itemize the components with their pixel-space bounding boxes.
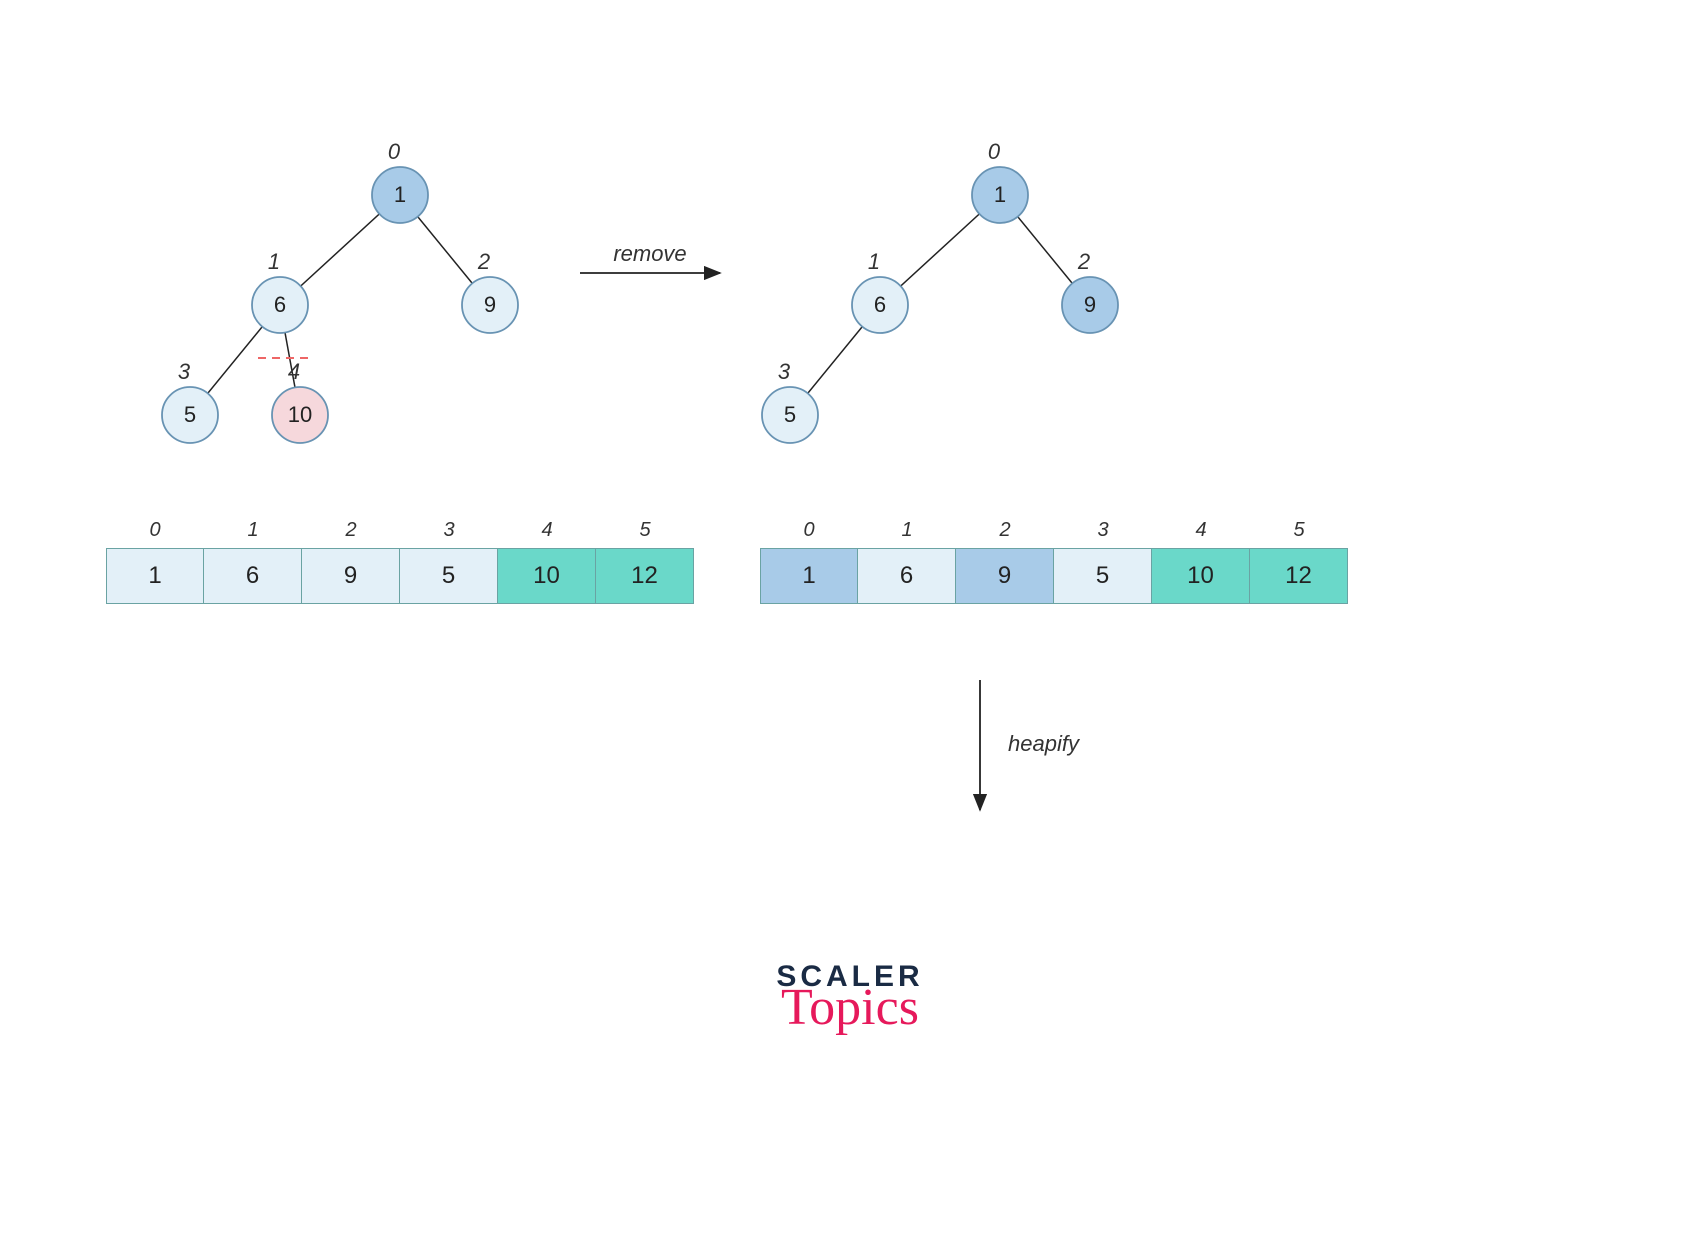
left-array-cell-4: 410 xyxy=(498,520,596,604)
right-array-value-4: 10 xyxy=(1152,548,1250,604)
logo: SCALER Topics xyxy=(776,960,923,1037)
left-tree-node-index-3: 3 xyxy=(178,359,191,384)
right-array-index-1: 1 xyxy=(858,520,956,548)
right-tree-node-value-3: 5 xyxy=(784,402,796,427)
right-array: 01162935410512 xyxy=(760,520,1348,604)
left-tree-node-value-1: 6 xyxy=(274,292,286,317)
right-array-cell-1: 16 xyxy=(858,520,956,604)
right-array-cell-4: 410 xyxy=(1152,520,1250,604)
left-tree-node-index-0: 0 xyxy=(388,139,401,164)
left-array-cell-1: 16 xyxy=(204,520,302,604)
right-array-cell-5: 512 xyxy=(1250,520,1348,604)
left-tree-node-index-1: 1 xyxy=(268,249,280,274)
left-array-cell-3: 35 xyxy=(400,520,498,604)
left-array-value-1: 6 xyxy=(204,548,302,604)
left-array-value-3: 5 xyxy=(400,548,498,604)
right-array-index-3: 3 xyxy=(1054,520,1152,548)
right-array-cell-2: 29 xyxy=(956,520,1054,604)
remove-label: remove xyxy=(613,241,686,266)
right-tree-node-index-2: 2 xyxy=(1077,249,1090,274)
left-array-value-5: 12 xyxy=(596,548,694,604)
left-array-index-1: 1 xyxy=(204,520,302,548)
left-tree-node-value-2: 9 xyxy=(484,292,496,317)
left-array-index-5: 5 xyxy=(596,520,694,548)
left-tree-node-value-3: 5 xyxy=(184,402,196,427)
right-array-index-0: 0 xyxy=(760,520,858,548)
right-array-value-0: 1 xyxy=(760,548,858,604)
right-tree-node-value-1: 6 xyxy=(874,292,886,317)
left-array-cell-5: 512 xyxy=(596,520,694,604)
right-tree-node-value-0: 1 xyxy=(994,182,1006,207)
left-tree-node-value-0: 1 xyxy=(394,182,406,207)
logo-line2: Topics xyxy=(776,978,923,1037)
right-array-cell-3: 35 xyxy=(1054,520,1152,604)
right-array-index-2: 2 xyxy=(956,520,1054,548)
left-array-index-0: 0 xyxy=(106,520,204,548)
left-array-value-2: 9 xyxy=(302,548,400,604)
right-array-index-5: 5 xyxy=(1250,520,1348,548)
left-tree-node-value-4: 10 xyxy=(288,402,312,427)
right-array-value-3: 5 xyxy=(1054,548,1152,604)
heapify-label: heapify xyxy=(1008,731,1081,756)
right-array-cell-0: 01 xyxy=(760,520,858,604)
left-array: 01162935410512 xyxy=(106,520,694,604)
left-array-cell-2: 29 xyxy=(302,520,400,604)
right-tree-node-index-1: 1 xyxy=(868,249,880,274)
left-array-value-0: 1 xyxy=(106,548,204,604)
right-array-value-1: 6 xyxy=(858,548,956,604)
right-tree-node-index-3: 3 xyxy=(778,359,791,384)
left-tree-node-index-2: 2 xyxy=(477,249,490,274)
left-array-index-3: 3 xyxy=(400,520,498,548)
left-tree-node-index-4: 4 xyxy=(288,359,300,384)
right-array-value-2: 9 xyxy=(956,548,1054,604)
left-array-value-4: 10 xyxy=(498,548,596,604)
right-tree-node-index-0: 0 xyxy=(988,139,1001,164)
right-array-value-5: 12 xyxy=(1250,548,1348,604)
right-tree-node-value-2: 9 xyxy=(1084,292,1096,317)
right-array-index-4: 4 xyxy=(1152,520,1250,548)
left-array-index-4: 4 xyxy=(498,520,596,548)
left-array-cell-0: 01 xyxy=(106,520,204,604)
left-array-index-2: 2 xyxy=(302,520,400,548)
